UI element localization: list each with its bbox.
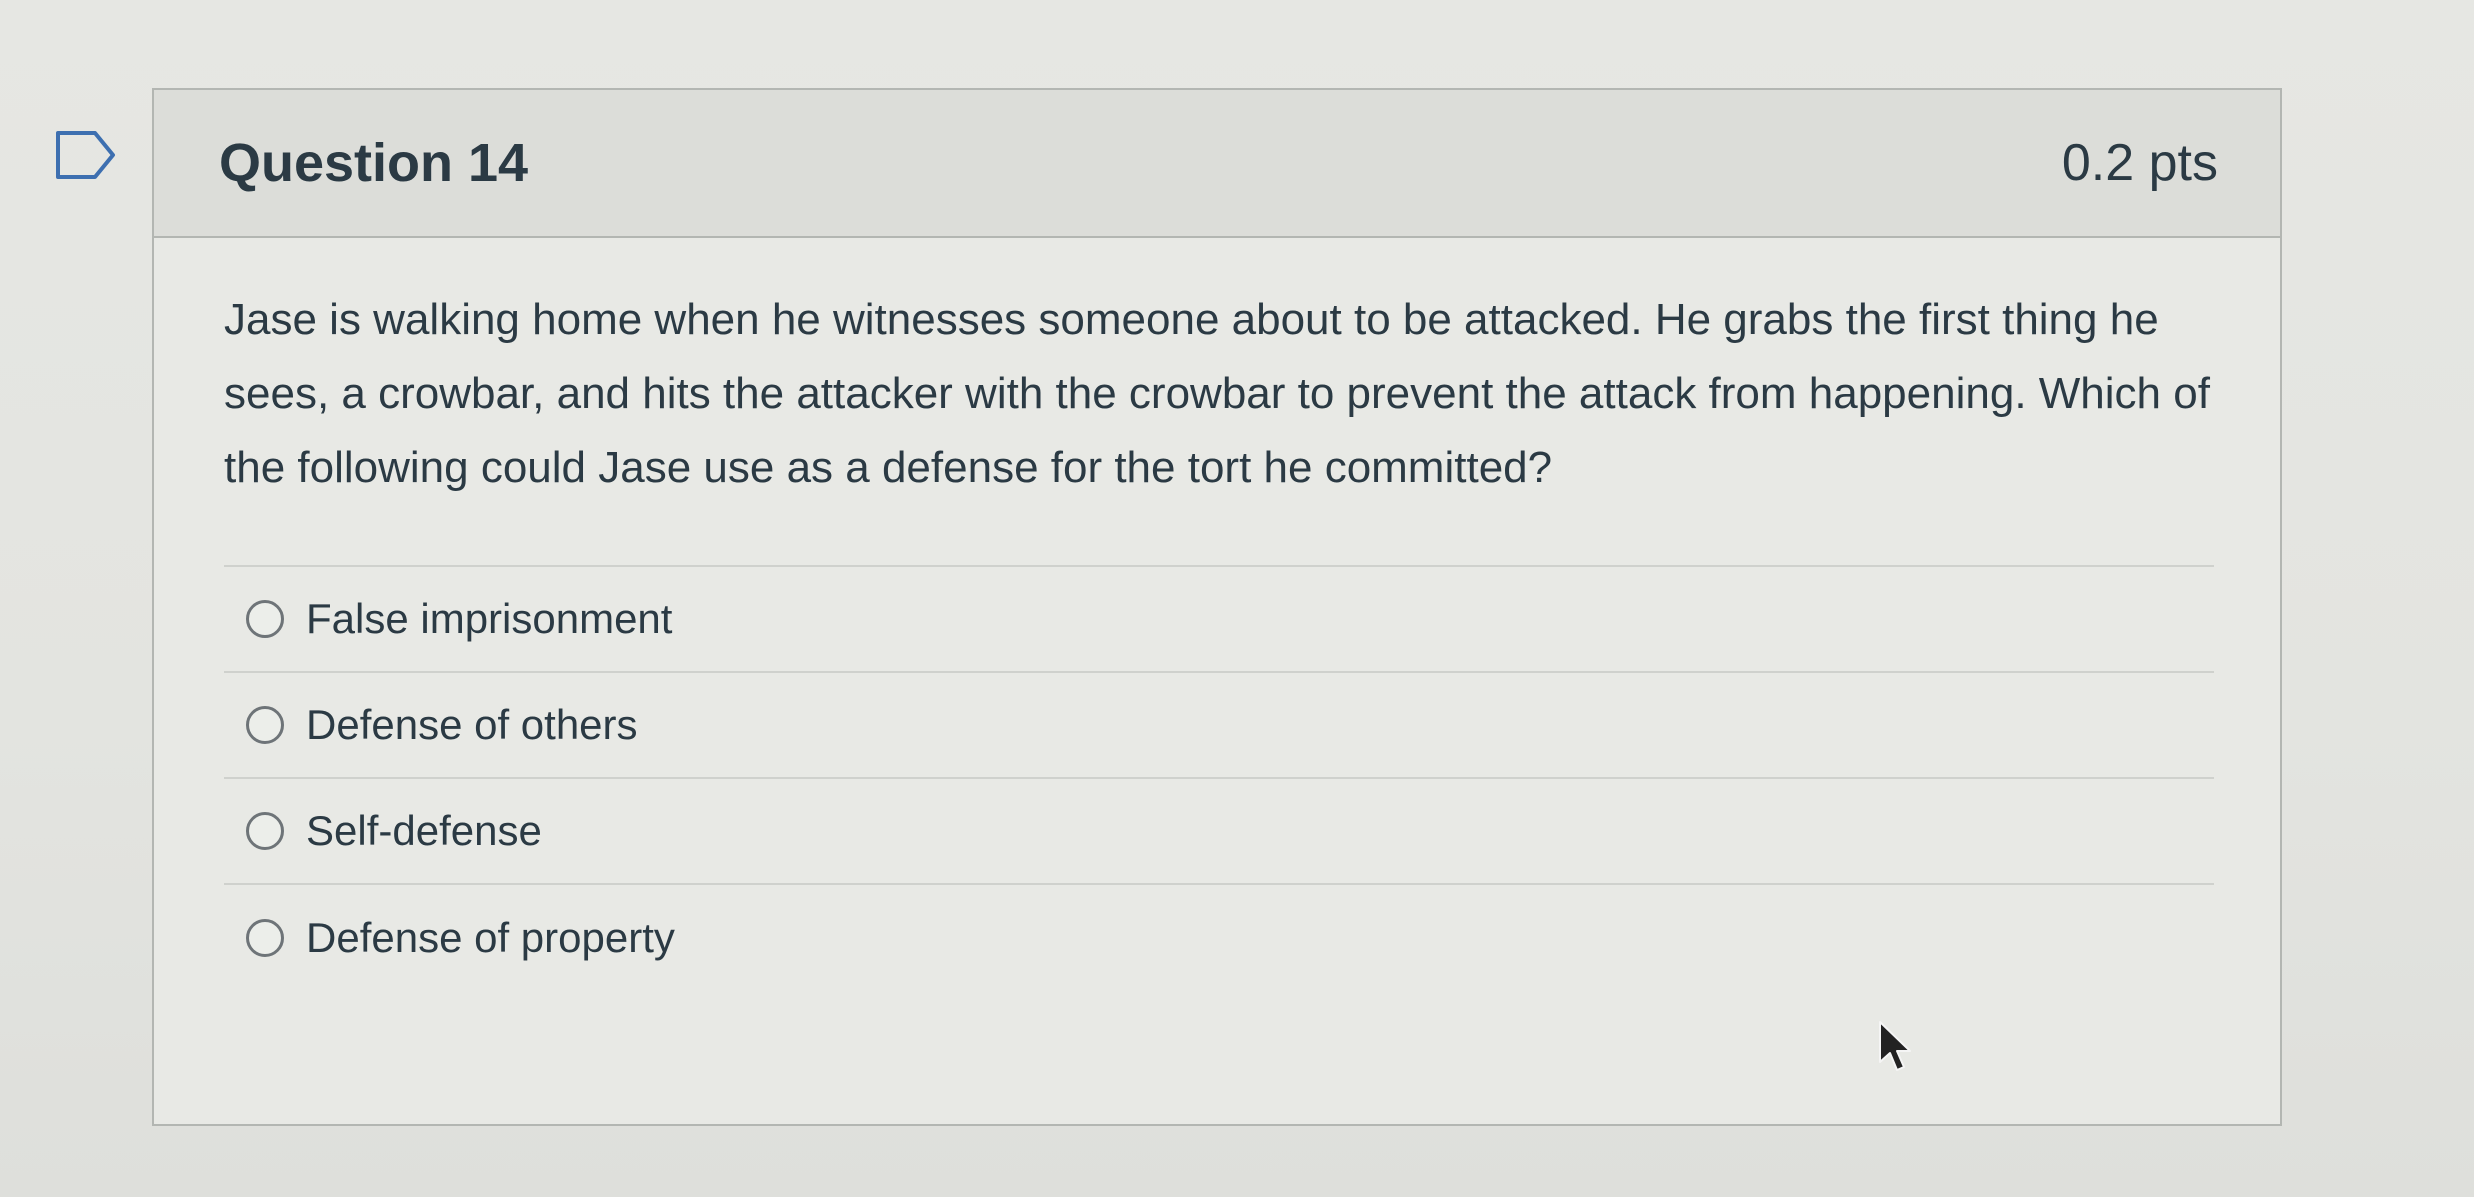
flag-question-icon[interactable] — [55, 130, 117, 180]
radio-unchecked-icon[interactable] — [246, 706, 284, 744]
answer-option[interactable]: Defense of others — [224, 673, 2214, 779]
question-card: Question 14 0.2 pts Jase is walking home… — [152, 88, 2282, 1126]
answer-option[interactable]: False imprisonment — [224, 567, 2214, 673]
answer-label[interactable]: Defense of property — [306, 914, 675, 962]
radio-unchecked-icon[interactable] — [246, 600, 284, 638]
radio-unchecked-icon[interactable] — [246, 812, 284, 850]
question-title: Question 14 — [219, 133, 529, 193]
question-body: Jase is walking home when he witnesses s… — [154, 238, 2280, 991]
answer-label[interactable]: Self-defense — [306, 807, 542, 855]
answer-label[interactable]: Defense of others — [306, 701, 638, 749]
answer-option[interactable]: Self-defense — [224, 779, 2214, 885]
question-text: Jase is walking home when he witnesses s… — [224, 295, 2210, 492]
question-header: Question 14 0.2 pts — [154, 90, 2280, 238]
answer-label[interactable]: False imprisonment — [306, 595, 672, 643]
mouse-pointer-icon — [1876, 1020, 1916, 1076]
answer-list: False imprisonment Defense of others Sel… — [224, 565, 2214, 991]
radio-unchecked-icon[interactable] — [246, 919, 284, 957]
answer-option[interactable]: Defense of property — [224, 885, 2214, 991]
question-points: 0.2 pts — [2061, 134, 2218, 192]
